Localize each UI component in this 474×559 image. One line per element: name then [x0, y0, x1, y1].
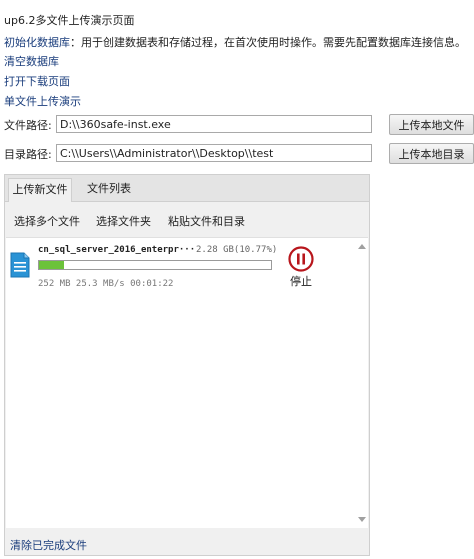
single-upload-demo-link[interactable]: 单文件上传演示 — [4, 95, 81, 108]
file-path-row: 文件路径: 上传本地文件 — [4, 114, 474, 135]
document-icon — [10, 252, 30, 278]
list-item: cn_sql_server_2016_enterpr··· 2.28 GB(10… — [6, 238, 356, 298]
clear-db-link[interactable]: 清空数据库 — [4, 55, 59, 68]
tab-file-list[interactable]: 文件列表 — [77, 178, 141, 202]
file-size-progress: 2.28 GB(10.77%) — [196, 245, 278, 255]
file-path-label: 文件路径: — [4, 119, 52, 132]
upload-toolbar: 选择多个文件 选择文件夹 粘贴文件和目录 — [5, 202, 369, 236]
upload-local-dir-button[interactable]: 上传本地目录 — [389, 143, 474, 164]
tab-upload-new[interactable]: 上传新文件 — [8, 178, 72, 202]
stop-button[interactable]: 停止 — [287, 246, 315, 288]
init-db-row: 初始化数据库：用于创建数据表和存储过程，在首次使用时操作。需要先配置数据库连接信… — [4, 34, 466, 50]
upload-local-file-button[interactable]: 上传本地文件 — [389, 114, 474, 135]
progress-bar — [38, 260, 272, 270]
init-db-description: ：用于创建数据表和存储过程，在首次使用时操作。需要先配置数据库连接信息。 — [70, 36, 466, 49]
dir-path-label: 目录路径: — [4, 148, 52, 161]
select-folder-button[interactable]: 选择文件夹 — [96, 213, 151, 229]
select-files-button[interactable]: 选择多个文件 — [14, 213, 80, 229]
scroll-down-icon[interactable] — [358, 517, 366, 522]
stop-label: 停止 — [290, 275, 312, 288]
upload-panel: 上传新文件 文件列表 选择多个文件 选择文件夹 粘贴文件和目录 cn_sql_s… — [4, 174, 370, 556]
init-db-link[interactable]: 初始化数据库 — [4, 36, 70, 49]
file-name: cn_sql_server_2016_enterpr··· — [38, 245, 196, 255]
pause-icon — [288, 246, 314, 272]
file-path-input[interactable] — [56, 115, 372, 133]
dir-path-row: 目录路径: 上传本地目录 — [4, 143, 474, 164]
transfer-stats: 252 MB 25.3 MB/s 00:01:22 — [38, 279, 174, 289]
page-title: up6.2多文件上传演示页面 — [4, 14, 135, 27]
paste-files-button[interactable]: 粘贴文件和目录 — [168, 213, 245, 229]
list-scrollbar[interactable] — [357, 238, 368, 528]
dir-path-input[interactable] — [56, 144, 372, 162]
scroll-up-icon[interactable] — [358, 244, 366, 249]
clear-completed-link[interactable]: 清除已完成文件 — [10, 537, 87, 553]
progress-fill — [39, 261, 64, 269]
tab-bar: 上传新文件 文件列表 — [5, 175, 369, 202]
upload-list[interactable]: cn_sql_server_2016_enterpr··· 2.28 GB(10… — [6, 237, 368, 528]
open-download-page-link[interactable]: 打开下载页面 — [4, 75, 70, 88]
